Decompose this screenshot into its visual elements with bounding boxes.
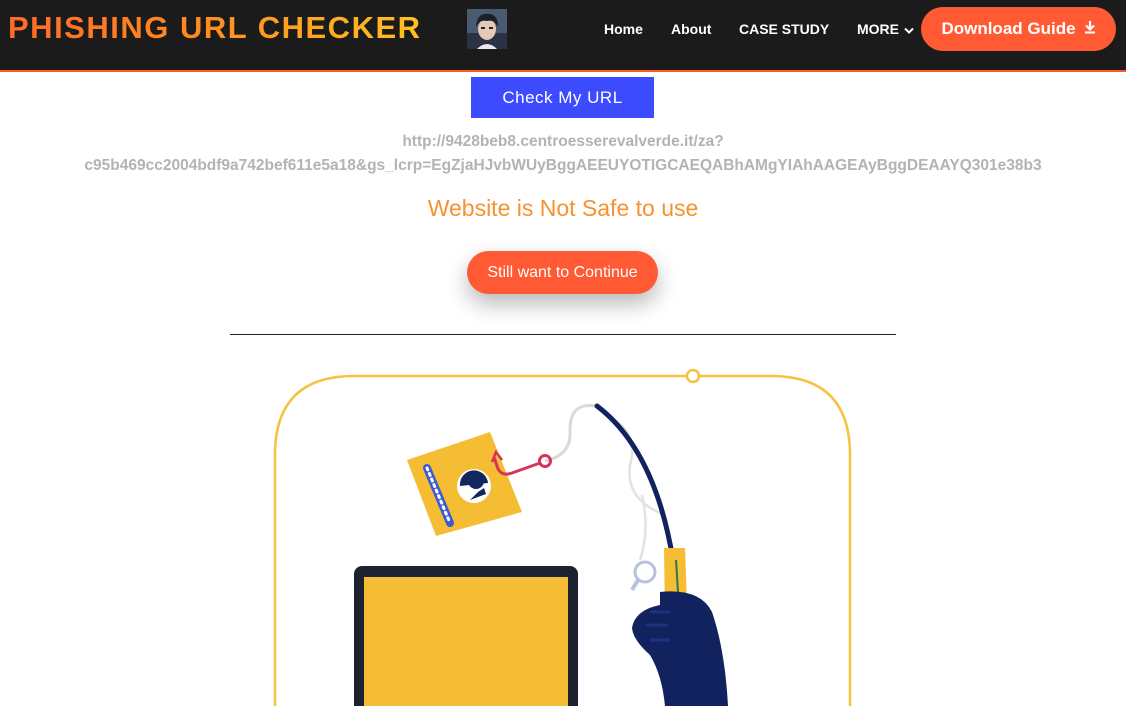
continue-anyway-button[interactable]: Still want to Continue [467,251,658,294]
phishing-illustration [260,360,860,711]
top-navbar: PHISHING URL CHECKER Home About CASE STU… [0,0,1126,72]
section-divider [230,334,896,335]
download-icon [1084,19,1096,39]
checked-url-line-1: http://9428beb8.centroesserevalverde.it/… [402,133,724,150]
download-guide-button[interactable]: Download Guide [921,7,1116,51]
brand-title[interactable]: PHISHING URL CHECKER [8,10,422,46]
download-guide-label: Download Guide [941,19,1076,38]
glove-hand-icon [632,591,728,706]
fishing-line [544,404,596,463]
nav-more[interactable]: MORE [857,21,914,38]
chevron-down-icon [904,22,914,38]
nav-home[interactable]: Home [604,21,643,37]
avatar[interactable] [467,9,507,49]
nav-more-label: MORE [857,21,899,37]
nav-case-study[interactable]: CASE STUDY [739,21,829,37]
laptop-icon [354,566,578,711]
id-card-icon [407,432,522,536]
check-url-button[interactable]: Check My URL [471,77,654,118]
checked-url-line-2: c95b469cc2004bdf9a742bef611e5a18&gs_lcrp… [84,157,1042,174]
safety-status: Website is Not Safe to use [427,195,699,221]
nav-about[interactable]: About [671,21,711,37]
fishing-rod-icon [594,403,676,563]
avatar-image [467,9,507,49]
